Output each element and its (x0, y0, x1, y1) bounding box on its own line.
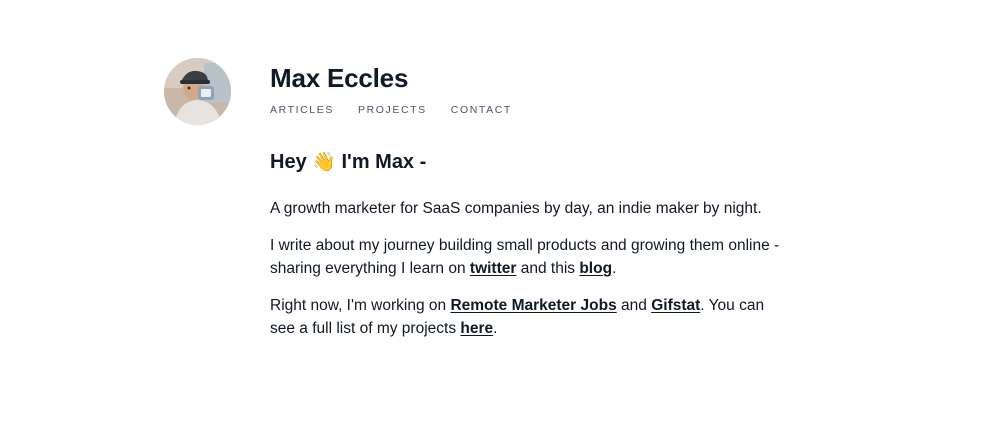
gifstat-link[interactable]: Gifstat (651, 297, 700, 314)
site-title[interactable]: Max Eccles (270, 60, 408, 96)
p3-text-and: and (621, 297, 647, 314)
intro-paragraph-2: I write about my journey building small … (270, 234, 780, 280)
remote-marketer-jobs-link[interactable]: Remote Marketer Jobs (450, 297, 616, 314)
twitter-link[interactable]: twitter (470, 260, 517, 277)
intro-heading-start: Hey (270, 151, 307, 173)
nav-articles[interactable]: ARTICLES (270, 103, 334, 117)
waving-hand-icon: 👋 (312, 152, 336, 173)
avatar[interactable] (164, 58, 231, 125)
p3-text-before: Right now, I'm working on (270, 297, 447, 314)
projects-here-link[interactable]: here (460, 320, 493, 337)
main-content: Hey 👋 I'm Max - A growth marketer for Sa… (270, 148, 780, 354)
p3-text-end: . (493, 320, 498, 337)
blog-link[interactable]: blog (579, 260, 612, 277)
intro-paragraph-1: A growth marketer for SaaS companies by … (270, 200, 762, 217)
avatar-photo (164, 58, 231, 125)
intro-heading: Hey 👋 I'm Max - (270, 148, 780, 177)
nav-projects[interactable]: PROJECTS (358, 103, 427, 117)
intro-heading-end: I'm Max - (341, 151, 427, 173)
intro-paragraph-3: Right now, I'm working on Remote Markete… (270, 294, 780, 340)
nav-contact[interactable]: CONTACT (451, 103, 512, 117)
main-nav: ARTICLES PROJECTS CONTACT (270, 103, 512, 117)
p2-text-end: . (612, 260, 617, 277)
p2-text-mid: and this (520, 260, 576, 277)
